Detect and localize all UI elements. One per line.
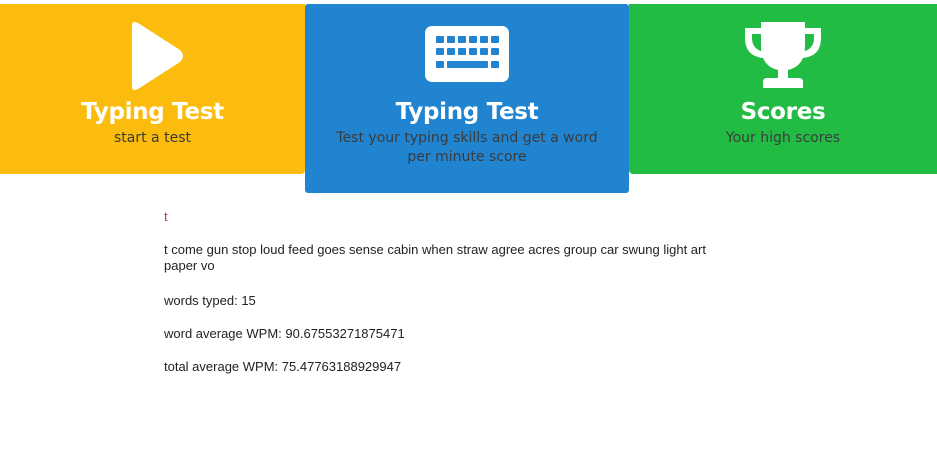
play-icon [0, 18, 305, 94]
scores-card-subtitle: Your high scores [725, 130, 841, 146]
total-average-wpm-stat: total average WPM: 75.47763188929947 [164, 359, 401, 375]
remaining-text: t come gun stop loud feed goes sense cab… [164, 242, 706, 273]
words-typed-label: words typed: [164, 293, 238, 308]
start-card-title: Typing Test [81, 99, 224, 125]
nav-cards: Typing Test start a test Typing Test Tes… [0, 0, 937, 200]
keyboard-icon [305, 26, 629, 82]
scores-card[interactable]: Scores Your high scores [629, 4, 937, 174]
scores-card-title: Scores [740, 99, 826, 125]
typing-test-card[interactable]: Typing Test Test your typing skills and … [305, 4, 629, 193]
start-card-subtitle: start a test [114, 130, 191, 146]
word-average-wpm-value: 90.67553271875471 [285, 326, 405, 341]
start-test-card[interactable]: Typing Test start a test [0, 4, 305, 174]
total-average-wpm-label: total average WPM: [164, 359, 279, 374]
test-card-title: Typing Test [395, 99, 539, 125]
total-average-wpm-value: 75.47763188929947 [281, 359, 402, 374]
word-average-wpm-label: word average WPM: [164, 326, 282, 341]
words-typed-stat: words typed: 15 [164, 293, 256, 309]
trophy-icon [629, 20, 937, 90]
typed-text: t [164, 209, 168, 224]
test-card-subtitle: Test your typing skills and get a word p… [336, 130, 598, 165]
word-average-wpm-stat: word average WPM: 90.67553271875471 [164, 326, 405, 342]
words-typed-value: 15 [241, 293, 256, 308]
